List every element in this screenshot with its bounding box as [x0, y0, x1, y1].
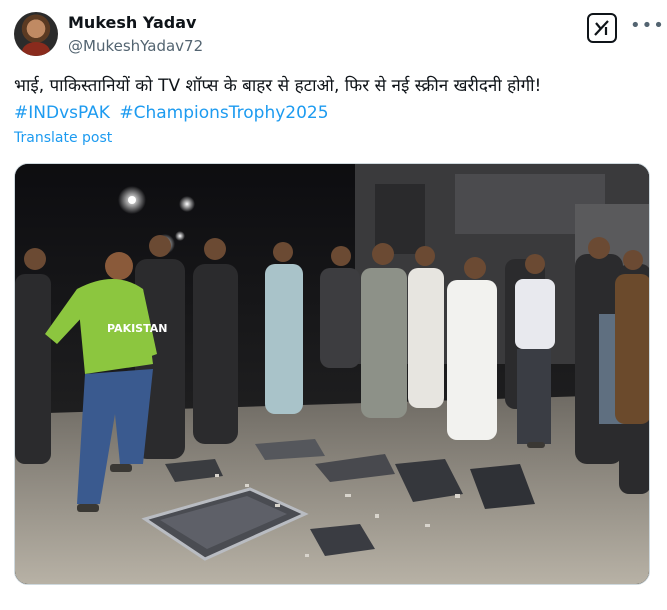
post-image[interactable]: PAKISTAN: [14, 163, 650, 585]
grok-icon[interactable]: [587, 13, 617, 43]
street-scene-photo: PAKISTAN: [15, 164, 649, 584]
hashtag-championstrophy[interactable]: #ChampionsTrophy2025: [119, 103, 328, 123]
author-name[interactable]: Mukesh Yadav: [68, 13, 196, 32]
post-text: भाई, पाकिस्तानियों को TV शॉप्स के बाहर स…: [14, 76, 542, 96]
more-icon[interactable]: •••: [630, 15, 665, 36]
shirt-text: PAKISTAN: [107, 322, 167, 335]
author-handle[interactable]: @MukeshYadav72: [68, 37, 203, 55]
hashtag-indvspak[interactable]: #INDvsPAK: [14, 103, 110, 123]
avatar[interactable]: [14, 12, 58, 56]
hashtag-row: #INDvsPAK #ChampionsTrophy2025: [14, 100, 333, 126]
grok-glyph: [594, 20, 609, 36]
translate-post-link[interactable]: Translate post: [14, 130, 112, 146]
